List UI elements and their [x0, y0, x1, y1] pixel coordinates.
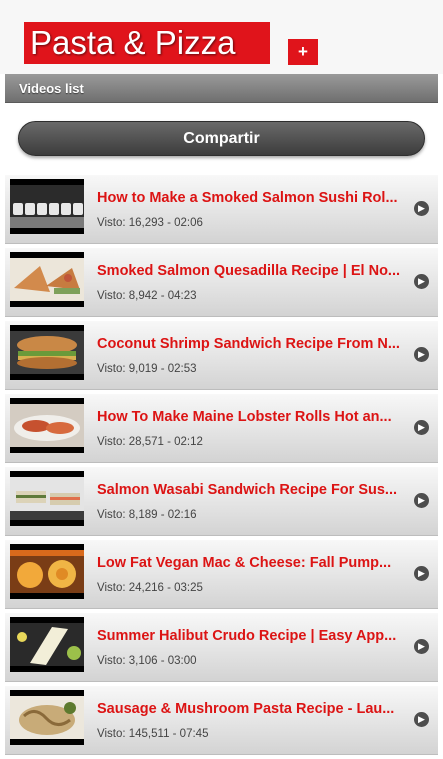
- video-thumbnail: [10, 471, 84, 526]
- video-list-item[interactable]: How To Make Maine Lobster Rolls Hot an..…: [5, 394, 438, 463]
- video-title: How To Make Maine Lobster Rolls Hot an..…: [97, 409, 392, 425]
- chevron-right-icon: ▶: [414, 347, 429, 362]
- add-button[interactable]: +: [288, 39, 318, 65]
- video-thumbnail-image: [10, 258, 84, 301]
- video-list-item[interactable]: Summer Halibut Crudo Recipe | Easy App..…: [5, 613, 438, 682]
- video-thumbnail: [10, 179, 84, 234]
- section-title: Videos list: [19, 81, 84, 96]
- video-list-item[interactable]: Sausage & Mushroom Pasta Recipe - Lau...…: [5, 686, 438, 755]
- video-meta: Visto: 3,106 - 03:00: [97, 655, 197, 667]
- video-thumbnail-image: [10, 404, 84, 447]
- video-thumbnail: [10, 252, 84, 307]
- video-meta: Visto: 145,511 - 07:45: [97, 728, 209, 740]
- video-list-item[interactable]: Coconut Shrimp Sandwich Recipe From N...…: [5, 321, 438, 390]
- video-thumbnail-image: [10, 623, 84, 666]
- video-title: How to Make a Smoked Salmon Sushi Rol...: [97, 190, 398, 206]
- chevron-right-icon: ▶: [414, 493, 429, 508]
- video-meta: Visto: 8,942 - 04:23: [97, 290, 197, 302]
- share-button[interactable]: Compartir: [18, 121, 425, 156]
- video-list-item[interactable]: Salmon Wasabi Sandwich Recipe For Sus...…: [5, 467, 438, 536]
- video-meta: Visto: 28,571 - 02:12: [97, 436, 203, 448]
- chevron-right-icon: ▶: [414, 274, 429, 289]
- video-thumbnail: [10, 544, 84, 599]
- video-thumbnail: [10, 617, 84, 672]
- video-title: Coconut Shrimp Sandwich Recipe From N...: [97, 336, 400, 352]
- video-title: Smoked Salmon Quesadilla Recipe | El No.…: [97, 263, 401, 279]
- video-thumbnail-image: [10, 550, 84, 593]
- video-list-item[interactable]: Low Fat Vegan Mac & Cheese: Fall Pump...…: [5, 540, 438, 609]
- video-thumbnail-image: [10, 185, 84, 228]
- video-list: How to Make a Smoked Salmon Sushi Rol...…: [5, 175, 438, 759]
- video-thumbnail: [10, 690, 84, 745]
- video-title: Sausage & Mushroom Pasta Recipe - Lau...: [97, 701, 395, 717]
- video-meta: Visto: 24,216 - 03:25: [97, 582, 203, 594]
- video-thumbnail: [10, 398, 84, 453]
- chevron-right-icon: ▶: [414, 639, 429, 654]
- video-title: Salmon Wasabi Sandwich Recipe For Sus...: [97, 482, 398, 498]
- video-thumbnail-image: [10, 477, 84, 520]
- video-meta: Visto: 16,293 - 02:06: [97, 217, 203, 229]
- video-list-item[interactable]: Smoked Salmon Quesadilla Recipe | El No.…: [5, 248, 438, 317]
- chevron-right-icon: ▶: [414, 201, 429, 216]
- chevron-right-icon: ▶: [414, 712, 429, 727]
- app-header: Pasta & Pizza +: [0, 0, 443, 74]
- video-meta: Visto: 9,019 - 02:53: [97, 363, 197, 375]
- video-thumbnail-image: [10, 696, 84, 739]
- video-title: Summer Halibut Crudo Recipe | Easy App..…: [97, 628, 397, 644]
- chevron-right-icon: ▶: [414, 566, 429, 581]
- app-logo: Pasta & Pizza: [24, 22, 270, 64]
- video-thumbnail-image: [10, 331, 84, 374]
- video-thumbnail: [10, 325, 84, 380]
- section-header: Videos list: [5, 74, 438, 103]
- chevron-right-icon: ▶: [414, 420, 429, 435]
- video-title: Low Fat Vegan Mac & Cheese: Fall Pump...: [97, 555, 392, 571]
- video-meta: Visto: 8,189 - 02:16: [97, 509, 197, 521]
- video-list-item[interactable]: How to Make a Smoked Salmon Sushi Rol...…: [5, 175, 438, 244]
